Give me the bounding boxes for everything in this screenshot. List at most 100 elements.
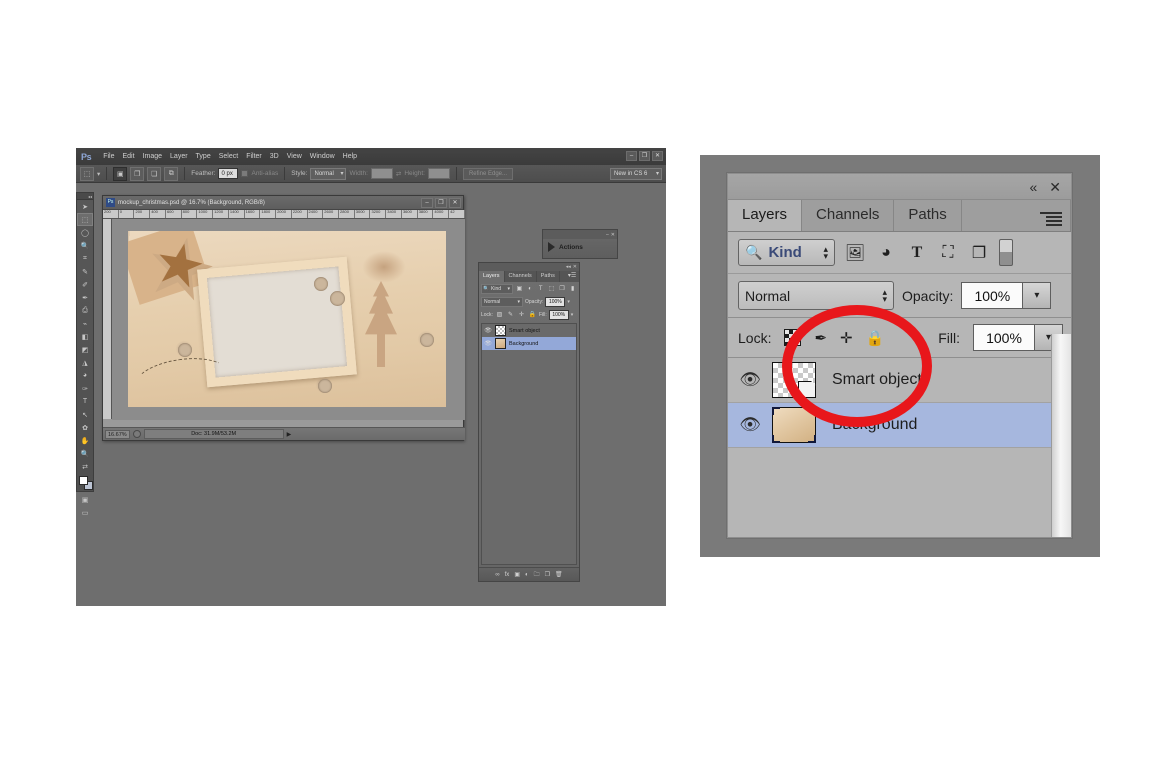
shape-filter-icon[interactable]: ⛶	[937, 244, 959, 262]
document-title-bar[interactable]: Ps mockup_christmas.psd @ 16.7% (Backgro…	[103, 196, 463, 210]
workspace-select[interactable]: New in CS 6	[610, 167, 662, 180]
vertical-scrollbar[interactable]	[1051, 334, 1071, 537]
shape-icon[interactable]: ✿	[77, 421, 93, 434]
close-button[interactable]: ✕	[652, 151, 663, 161]
eye-icon[interactable]: 👁	[484, 327, 492, 334]
filter-toggle-icon[interactable]: ▮	[568, 284, 577, 293]
eyedropper-icon[interactable]: ✎	[77, 265, 93, 278]
actions-close-button[interactable]: ✕	[611, 232, 615, 238]
history-brush-icon[interactable]: ⌁	[77, 317, 93, 330]
type-filter-icon[interactable]: T	[906, 244, 928, 262]
lock-position-icon[interactable]: ✛	[840, 329, 853, 347]
canvas[interactable]	[112, 219, 465, 420]
marquee-icon[interactable]: ⬚	[80, 166, 94, 181]
menu-item-window[interactable]: Window	[306, 152, 339, 161]
blend-mode-select[interactable]: Normal ▴ ▾	[738, 281, 894, 310]
fill-dropdown-icon[interactable]: ▾	[571, 312, 574, 318]
subtract-from-selection-icon[interactable]: ❏	[147, 166, 162, 181]
new-layer-icon[interactable]: ❐	[545, 571, 550, 578]
tab-layers[interactable]: Layers	[479, 271, 505, 282]
type-icon[interactable]: T	[77, 395, 93, 408]
intersect-selection-icon[interactable]: ⧉	[164, 166, 179, 181]
toolbox-grip[interactable]: ◂◂	[77, 193, 93, 200]
new-adjustment-icon[interactable]: ◐	[525, 572, 529, 578]
filter-toggle-icon[interactable]	[999, 239, 1013, 266]
eye-icon[interactable]: 👁	[728, 370, 772, 390]
height-input[interactable]	[427, 168, 450, 179]
adjustment-filter-icon[interactable]: ◐	[526, 284, 535, 293]
pixel-filter-icon[interactable]: 🖼	[844, 243, 866, 263]
panel-menu-icon[interactable]	[1040, 211, 1062, 226]
tool-preset-dropdown[interactable]: ▾	[97, 170, 100, 178]
lock-image-icon[interactable]: ✎	[506, 310, 515, 319]
lock-transparent-icon[interactable]: ▨	[495, 310, 504, 319]
delete-layer-icon[interactable]: 🗑	[555, 571, 563, 578]
stepper-icon[interactable]: ▴ ▾	[882, 287, 887, 303]
new-group-icon[interactable]: 🗀	[534, 570, 540, 580]
panel-menu-icon[interactable]: ▾☰	[568, 271, 579, 282]
lock-transparent-icon[interactable]	[784, 329, 802, 346]
brush-icon[interactable]: ✒	[77, 291, 93, 304]
lock-all-icon[interactable]: 🔒	[866, 329, 885, 347]
list-item[interactable]: 👁 Smart object	[482, 324, 576, 337]
type-filter-icon[interactable]: T	[536, 284, 545, 293]
minimize-button[interactable]: –	[626, 151, 637, 161]
stepper-icon[interactable]: ▴ ▾	[823, 244, 828, 260]
eraser-icon[interactable]: ◧	[77, 330, 93, 343]
quick-select-icon[interactable]: 🔍	[77, 239, 93, 252]
actions-minimize-button[interactable]: –	[606, 232, 609, 238]
menu-item-filter[interactable]: Filter	[242, 152, 266, 161]
tab-channels[interactable]: Channels	[505, 271, 537, 282]
restore-button[interactable]: ❐	[639, 151, 650, 161]
play-icon[interactable]	[548, 242, 555, 252]
table-row[interactable]: 👁 Background	[728, 403, 1071, 448]
eye-icon[interactable]: 👁	[728, 415, 772, 435]
quick-mask-icon[interactable]: ▣	[77, 493, 93, 506]
style-select[interactable]: Normal	[310, 167, 347, 180]
close-icon[interactable]: ✕	[1049, 180, 1061, 194]
table-row[interactable]: 👁 Smart object	[728, 358, 1071, 403]
width-input[interactable]	[370, 168, 393, 179]
menu-item-edit[interactable]: Edit	[119, 152, 139, 161]
opacity-dropdown-icon[interactable]: ▾	[1023, 282, 1052, 309]
adjustment-filter-icon[interactable]: ◕	[875, 244, 897, 262]
list-item[interactable]: 👁 Background	[482, 337, 576, 350]
lock-all-icon[interactable]: 🔒	[528, 310, 537, 319]
pen-icon[interactable]: ✑	[77, 382, 93, 395]
hand-icon[interactable]: ✋	[77, 434, 93, 447]
smart-object-thumb[interactable]	[772, 362, 816, 398]
edit-toolbar-icon[interactable]: ⇄	[77, 460, 93, 473]
new-selection-icon[interactable]: ▣	[113, 166, 128, 181]
shape-filter-icon[interactable]: ⬚	[547, 284, 556, 293]
tab-paths[interactable]: Paths	[894, 200, 962, 231]
foreground-color-swatch[interactable]	[79, 476, 88, 485]
lock-image-icon[interactable]: ✒	[814, 329, 827, 347]
smart-object-filter-icon[interactable]: ❐	[558, 284, 567, 293]
blend-mode-select[interactable]: Normal	[481, 296, 523, 307]
move-icon[interactable]: ➤	[77, 200, 93, 213]
menu-item-select[interactable]: Select	[215, 152, 242, 161]
swap-icon[interactable]: ⇄	[396, 170, 401, 178]
tab-channels[interactable]: Channels	[802, 200, 895, 231]
layer-style-icon[interactable]: fx	[505, 572, 510, 578]
zoom-level[interactable]: 16.67%	[105, 429, 130, 439]
menu-item-image[interactable]: Image	[139, 152, 166, 161]
opacity-input[interactable]: 100%	[961, 282, 1024, 309]
doc-minimize-button[interactable]: –	[421, 198, 433, 208]
marquee-icon[interactable]: ⬚	[77, 213, 93, 226]
menu-item-file[interactable]: File	[99, 152, 118, 161]
add-mask-icon[interactable]: ▣	[514, 571, 520, 578]
link-layers-icon[interactable]: ∞	[495, 572, 499, 578]
filter-kind-select[interactable]: Kind	[481, 283, 513, 294]
lasso-icon[interactable]: ◯	[77, 226, 93, 239]
clone-stamp-icon[interactable]: ⎙	[77, 304, 93, 317]
antialias-checkbox[interactable]	[241, 170, 249, 177]
path-select-icon[interactable]: ↖	[77, 408, 93, 421]
healing-brush-icon[interactable]: ✐	[77, 278, 93, 291]
gradient-icon[interactable]: ◩	[77, 343, 93, 356]
tab-paths[interactable]: Paths	[537, 271, 560, 282]
eye-icon[interactable]: 👁	[484, 340, 492, 347]
menu-item-help[interactable]: Help	[339, 152, 361, 161]
menu-item-type[interactable]: Type	[192, 152, 215, 161]
horizontal-ruler[interactable]: 200 0 200 400 600 800 1000 1200 1400 1600 1800 2000…	[103, 210, 465, 219]
